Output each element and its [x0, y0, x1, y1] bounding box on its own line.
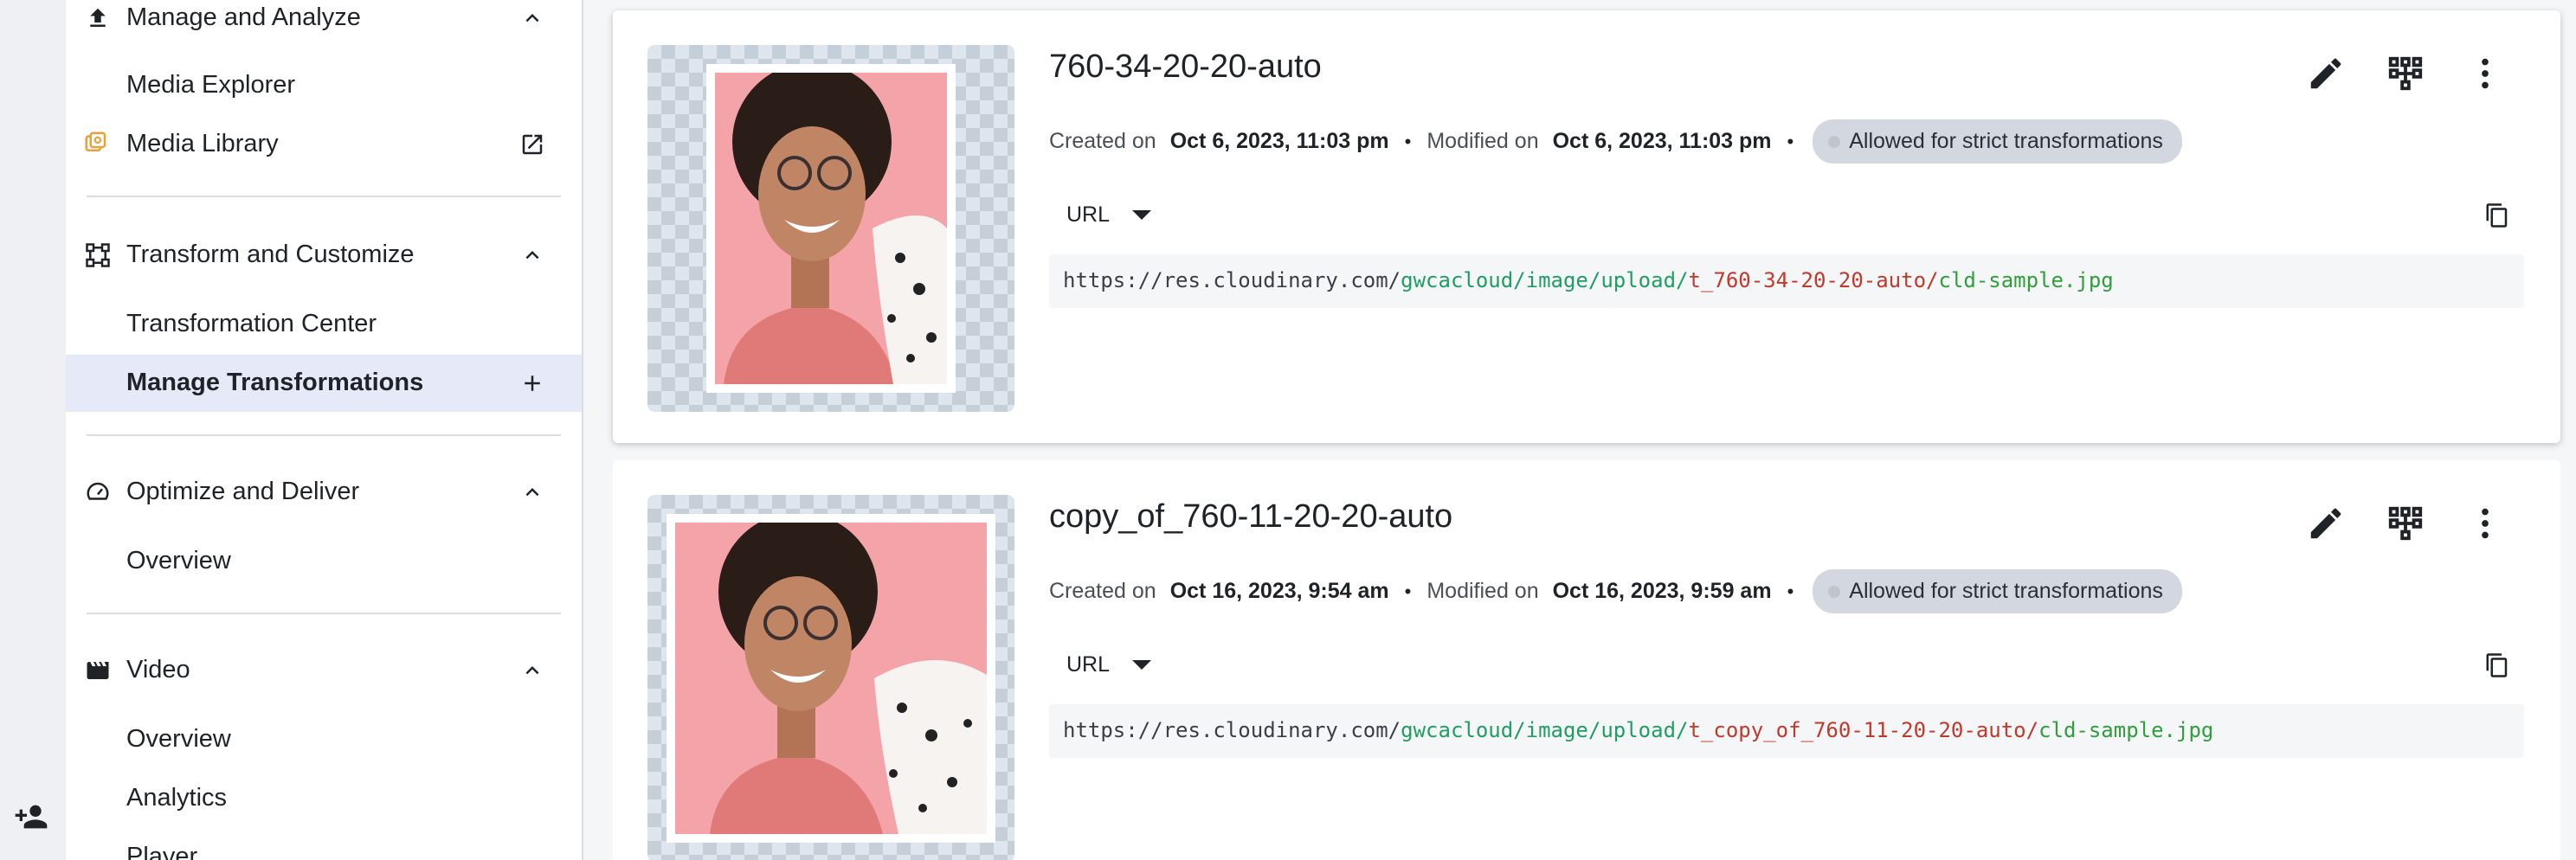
status-dot-icon — [1828, 135, 1841, 148]
sidebar-item-optimize-overview[interactable]: Overview — [66, 533, 582, 590]
external-link-icon[interactable] — [519, 132, 545, 157]
sample-image — [675, 523, 987, 834]
separator-dot: • — [1404, 580, 1412, 602]
separator-dot: • — [1787, 130, 1794, 152]
sidebar-item-media-explorer[interactable]: Media Explorer — [66, 57, 582, 114]
transformation-thumbnail — [647, 495, 1014, 860]
delivery-url: https://res.cloudinary.com/gwcacloud/ima… — [1063, 268, 2114, 292]
upload-icon — [85, 5, 111, 31]
chevron-up-icon[interactable] — [519, 5, 545, 31]
badge-label: Allowed for strict transformations — [1849, 579, 2163, 603]
section-title: Manage and Analyze — [126, 3, 361, 31]
edit-icon[interactable] — [2306, 54, 2346, 93]
transformation-card[interactable]: 760-34-20-20-auto Created on Oct 6, 2023… — [613, 10, 2560, 443]
more-vert-icon[interactable] — [2465, 504, 2505, 543]
sidebar-item-label: Overview — [126, 547, 231, 574]
section-manage-and-analyze[interactable]: Manage and Analyze — [66, 0, 582, 45]
url-cloud: gwcacloud/image/upload/ — [1401, 268, 1689, 292]
divider — [87, 613, 561, 614]
sample-image — [715, 73, 947, 384]
url-box[interactable]: https://res.cloudinary.com/gwcacloud/ima… — [1049, 254, 2524, 308]
separator-dot: • — [1404, 130, 1412, 152]
section-optimize-and-deliver[interactable]: Optimize and Deliver — [66, 467, 582, 519]
sidebar-item-label: Media Library — [126, 130, 279, 157]
strict-badge: Allowed for strict transformations — [1813, 119, 2182, 164]
modified-value: Oct 6, 2023, 11:03 pm — [1552, 129, 1772, 153]
strict-badge: Allowed for strict transformations — [1813, 569, 2182, 613]
divider — [87, 434, 561, 436]
chevron-up-icon[interactable] — [519, 658, 545, 684]
modified-value: Oct 16, 2023, 9:59 am — [1552, 579, 1772, 603]
delivery-url: https://res.cloudinary.com/gwcacloud/ima… — [1063, 718, 2213, 742]
sidebar-item-label: Overview — [126, 725, 231, 753]
created-label: Created on — [1049, 579, 1156, 603]
left-rail — [0, 0, 66, 860]
sidebar-item-video-analytics[interactable]: Analytics — [66, 770, 582, 827]
url-base: https://res.cloudinary.com/ — [1063, 268, 1401, 292]
divider — [87, 196, 561, 197]
created-label: Created on — [1049, 129, 1156, 153]
created-value: Oct 16, 2023, 9:54 am — [1169, 579, 1389, 603]
chevron-up-icon[interactable] — [519, 479, 545, 505]
transformation-meta: Created on Oct 16, 2023, 9:54 am • Modif… — [1049, 569, 2182, 613]
status-dot-icon — [1828, 585, 1841, 598]
transformation-thumbnail — [647, 45, 1014, 412]
add-user-icon[interactable] — [14, 799, 48, 834]
transformation-card[interactable]: copy_of_760-11-20-20-auto Created on Oct… — [613, 460, 2560, 860]
copy-icon[interactable] — [2484, 652, 2510, 678]
copy-icon[interactable] — [2484, 202, 2510, 228]
url-transform: t_copy_of_760-11-20-20-auto/ — [1688, 718, 2039, 742]
transform-icon — [85, 242, 111, 268]
transformation-name[interactable]: copy_of_760-11-20-20-auto — [1049, 498, 1452, 536]
sidebar-item-label: Manage Transformations — [126, 369, 424, 396]
section-title: Video — [126, 656, 190, 684]
sidebar-item-video-player[interactable]: Player — [66, 829, 582, 860]
section-title: Transform and Customize — [126, 241, 415, 268]
url-file: cld-sample.jpg — [2038, 718, 2214, 742]
url-file: cld-sample.jpg — [1938, 268, 2114, 292]
section-video[interactable]: Video — [66, 645, 582, 697]
sidebar-item-label: Media Explorer — [126, 71, 296, 99]
media-library-icon — [83, 130, 109, 156]
plus-icon[interactable] — [519, 370, 545, 396]
separator-dot: • — [1787, 580, 1794, 602]
url-type-select[interactable]: URL — [1066, 652, 1152, 677]
sidebar-item-label: Transformation Center — [126, 310, 377, 337]
more-vert-icon[interactable] — [2465, 54, 2505, 93]
sidebar-item-transformation-center[interactable]: Transformation Center — [66, 296, 582, 353]
url-base: https://res.cloudinary.com/ — [1063, 718, 1401, 742]
url-transform: t_760-34-20-20-auto/ — [1688, 268, 1939, 292]
url-type-label: URL — [1066, 202, 1111, 227]
modified-label: Modified on — [1426, 129, 1539, 153]
sidebar-item-media-library[interactable]: Media Library — [66, 116, 582, 173]
url-box[interactable]: https://res.cloudinary.com/gwcacloud/ima… — [1049, 704, 2524, 758]
clapperboard-icon — [85, 658, 111, 684]
section-title: Optimize and Deliver — [126, 478, 360, 505]
sidebar-item-label: Player — [126, 843, 198, 860]
main-content: 760-34-20-20-auto Created on Oct 6, 2023… — [583, 0, 2576, 860]
transformation-name[interactable]: 760-34-20-20-auto — [1049, 48, 1322, 86]
badge-label: Allowed for strict transformations — [1849, 129, 2163, 153]
caret-down-icon — [1132, 210, 1152, 220]
modified-label: Modified on — [1426, 579, 1539, 603]
sidebar-item-video-overview[interactable]: Overview — [66, 711, 582, 768]
edit-icon[interactable] — [2306, 504, 2346, 543]
created-value: Oct 6, 2023, 11:03 pm — [1169, 129, 1389, 153]
section-transform-and-customize[interactable]: Transform and Customize — [66, 230, 582, 282]
hierarchy-icon[interactable] — [2386, 504, 2425, 543]
url-cloud: gwcacloud/image/upload/ — [1401, 718, 1689, 742]
transformation-meta: Created on Oct 6, 2023, 11:03 pm • Modif… — [1049, 119, 2182, 164]
sidebar-item-label: Analytics — [126, 784, 228, 812]
url-type-label: URL — [1066, 652, 1111, 677]
hierarchy-icon[interactable] — [2386, 54, 2425, 93]
chevron-up-icon[interactable] — [519, 242, 545, 268]
url-type-select[interactable]: URL — [1066, 202, 1152, 228]
sidebar: Manage and Analyze Media Explorer Media … — [66, 0, 583, 860]
caret-down-icon — [1132, 660, 1152, 670]
speedometer-icon — [85, 479, 111, 505]
sidebar-item-manage-transformations[interactable]: Manage Transformations — [66, 355, 582, 412]
